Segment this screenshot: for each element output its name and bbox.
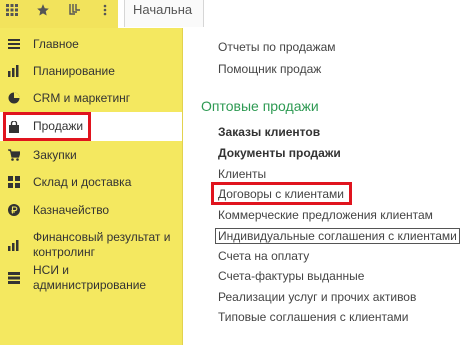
link-sales-reports[interactable]: Отчеты по продажам <box>218 40 336 55</box>
sidebar-item-admin[interactable]: НСИ и администрирование <box>0 263 182 292</box>
sidebar-item-warehouse[interactable]: Склад и доставка <box>0 172 182 192</box>
link-client-contracts[interactable]: Договоры с клиентами <box>218 187 344 202</box>
sidebar-item-label: Склад и доставка <box>33 174 132 189</box>
pie-chart-icon <box>8 92 20 104</box>
sidebar-item-label: НСИ и администрирование <box>33 263 147 292</box>
sidebar-item-sales[interactable]: Продажи <box>0 112 182 141</box>
sidebar: Главное Планирование CRM и маркетинг Про… <box>0 28 183 345</box>
link-standard-agreements[interactable]: Типовые соглашения с клиентами <box>218 310 408 325</box>
sidebar-item-crm[interactable]: CRM и маркетинг <box>0 88 182 108</box>
link-service-sales[interactable]: Реализации услуг и прочих активов <box>218 290 416 305</box>
star-icon[interactable] <box>34 0 52 20</box>
link-clients[interactable]: Клиенты <box>218 167 266 182</box>
sidebar-item-label-line1: Финансовый результат и <box>33 230 171 244</box>
link-issued-invoices[interactable]: Счета-фактуры выданные <box>218 269 364 284</box>
link-payment-invoices[interactable]: Счета на оплату <box>218 249 309 264</box>
sidebar-item-label-line2: контролинг <box>33 245 95 259</box>
warehouse-icon <box>8 176 20 188</box>
sidebar-item-label: Главное <box>33 36 79 51</box>
link-sales-assistant[interactable]: Помощник продаж <box>218 62 321 77</box>
link-sales-documents[interactable]: Документы продажи <box>218 146 341 161</box>
sidebar-item-label: Продажи <box>33 119 84 133</box>
section-title-wholesale: Оптовые продажи <box>201 98 319 114</box>
link-customer-orders[interactable]: Заказы клиентов <box>218 125 320 140</box>
sidebar-item-main[interactable]: Главное <box>0 34 182 54</box>
link-individual-agreements[interactable]: Индивидуальные соглашения с клиентами <box>215 228 460 244</box>
tab-home[interactable]: Начальна <box>124 0 204 27</box>
sidebar-item-treasury[interactable]: Казначейство <box>0 200 182 220</box>
sidebar-item-label: CRM и маркетинг <box>33 90 131 105</box>
sidebar-item-label: Планирование <box>33 63 115 78</box>
sidebar-item-label: Казначейство <box>33 202 110 217</box>
finance-chart-icon <box>8 239 20 251</box>
settings-list-icon <box>8 272 20 284</box>
cart-icon <box>8 149 20 161</box>
menu-lines-icon <box>8 38 20 50</box>
main-panel: Отчеты по продажам Помощник продаж Оптов… <box>183 28 474 345</box>
ruble-coin-icon <box>8 204 20 216</box>
more-icon[interactable] <box>98 0 112 20</box>
top-toolbar: Начальна <box>0 0 474 28</box>
shopping-bag-icon <box>8 121 20 133</box>
link-commercial-offers[interactable]: Коммерческие предложения клиентам <box>218 208 433 223</box>
sidebar-item-label: Закупки <box>33 147 77 162</box>
sidebar-item-planning[interactable]: Планирование <box>0 61 182 81</box>
history-icon[interactable] <box>66 0 84 20</box>
sidebar-item-purchases[interactable]: Закупки <box>0 145 182 165</box>
chart-bars-icon <box>8 65 20 77</box>
grid-icon[interactable] <box>4 0 20 20</box>
sidebar-item-finance[interactable]: Финансовый результат и контролинг <box>0 228 182 264</box>
